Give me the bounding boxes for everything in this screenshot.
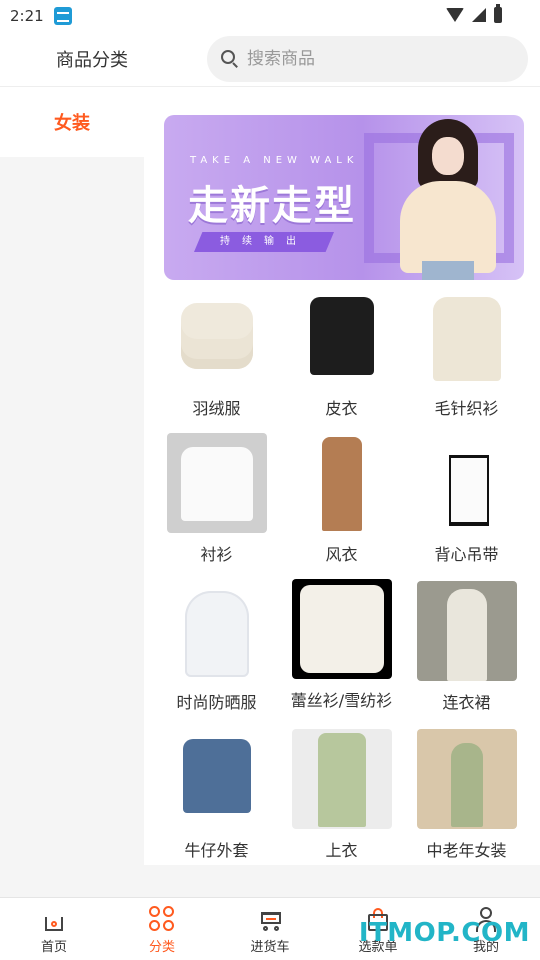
category-item-leather-jacket[interactable]: 皮衣 bbox=[279, 287, 404, 419]
watermark: ITMOP.COM bbox=[358, 918, 530, 948]
category-label: 皮衣 bbox=[325, 399, 358, 418]
category-label: 蕾丝衫/雪纺衫 bbox=[290, 691, 393, 710]
down-jacket-image bbox=[166, 287, 267, 387]
search-icon bbox=[221, 50, 239, 68]
category-label: 羽绒服 bbox=[192, 399, 241, 418]
dress-image bbox=[416, 581, 517, 681]
elderly-womenswear-image bbox=[416, 729, 517, 829]
banner-subtitle: TAKE A NEW WALK bbox=[190, 155, 359, 166]
signal-icon bbox=[472, 8, 486, 22]
top-bar: 商品分类 bbox=[0, 32, 540, 87]
category-item-down-jacket[interactable]: 羽绒服 bbox=[154, 287, 279, 419]
category-label: 上衣 bbox=[325, 841, 358, 860]
category-label: 毛针织衫 bbox=[434, 399, 499, 418]
battery-icon bbox=[494, 4, 502, 23]
grid-icon bbox=[149, 906, 175, 932]
top-image bbox=[291, 729, 392, 829]
nav-label-home: 首页 bbox=[40, 940, 67, 955]
nav-item-home[interactable]: 首页 bbox=[0, 898, 108, 960]
category-item-knit-sweater[interactable]: 毛针织衫 bbox=[404, 287, 529, 419]
status-icons bbox=[446, 4, 502, 23]
category-item-sun-protection[interactable]: 时尚防晒服 bbox=[154, 581, 279, 713]
category-item-denim-jacket[interactable]: 牛仔外套 bbox=[154, 729, 279, 861]
trench-coat-image bbox=[291, 433, 392, 533]
category-content: TAKE A NEW WALK 走新走型 持续输出 羽绒服 皮衣 毛针织衫 衬衫… bbox=[144, 87, 540, 865]
banner-model-image bbox=[392, 119, 502, 280]
nav-item-cart[interactable]: 进货车 bbox=[216, 898, 324, 960]
category-item-camisole[interactable]: 背心吊带 bbox=[404, 433, 529, 565]
category-item-lace-blouse[interactable]: 蕾丝衫/雪纺衫 bbox=[279, 579, 404, 711]
wifi-icon bbox=[446, 8, 464, 22]
category-item-top[interactable]: 上衣 bbox=[279, 729, 404, 861]
category-label: 衬衫 bbox=[200, 545, 233, 564]
category-item-elderly-womenswear[interactable]: 中老年女装 bbox=[404, 729, 529, 861]
category-label: 连衣裙 bbox=[442, 693, 491, 712]
sidebar-item-womenswear[interactable]: 女装 bbox=[0, 87, 144, 157]
promo-banner[interactable]: TAKE A NEW WALK 走新走型 持续输出 bbox=[164, 115, 524, 280]
banner-ribbon: 持续输出 bbox=[194, 232, 334, 252]
category-item-shirt[interactable]: 衬衫 bbox=[154, 433, 279, 565]
category-label: 时尚防晒服 bbox=[176, 693, 257, 712]
cart-icon bbox=[257, 906, 283, 932]
sun-protection-jacket-image bbox=[166, 581, 267, 681]
home-icon bbox=[41, 906, 67, 932]
category-sidebar: 女装 bbox=[0, 87, 144, 897]
status-time: 2:21 bbox=[10, 7, 44, 25]
page-title: 商品分类 bbox=[56, 50, 128, 71]
category-item-trench-coat[interactable]: 风衣 bbox=[279, 433, 404, 565]
banner-headline: 走新走型 bbox=[188, 183, 356, 229]
category-label: 牛仔外套 bbox=[184, 841, 249, 860]
camisole-image bbox=[416, 433, 517, 533]
lace-blouse-image bbox=[291, 579, 392, 679]
knit-sweater-image bbox=[416, 287, 517, 387]
category-label: 背心吊带 bbox=[434, 545, 499, 564]
denim-jacket-image bbox=[166, 729, 267, 829]
nav-label-cart: 进货车 bbox=[250, 940, 290, 955]
shirt-image bbox=[166, 433, 267, 533]
leather-jacket-image bbox=[291, 287, 392, 387]
search-input[interactable] bbox=[247, 49, 487, 69]
nav-item-category[interactable]: 分类 bbox=[108, 898, 216, 960]
search-bar[interactable] bbox=[207, 36, 528, 82]
status-bar: 2:21 bbox=[0, 0, 540, 32]
category-item-dress[interactable]: 连衣裙 bbox=[404, 581, 529, 713]
app-notification-icon bbox=[53, 7, 72, 25]
category-label: 风衣 bbox=[325, 545, 358, 564]
category-label: 中老年女装 bbox=[426, 841, 507, 860]
nav-label-category: 分类 bbox=[148, 940, 175, 955]
